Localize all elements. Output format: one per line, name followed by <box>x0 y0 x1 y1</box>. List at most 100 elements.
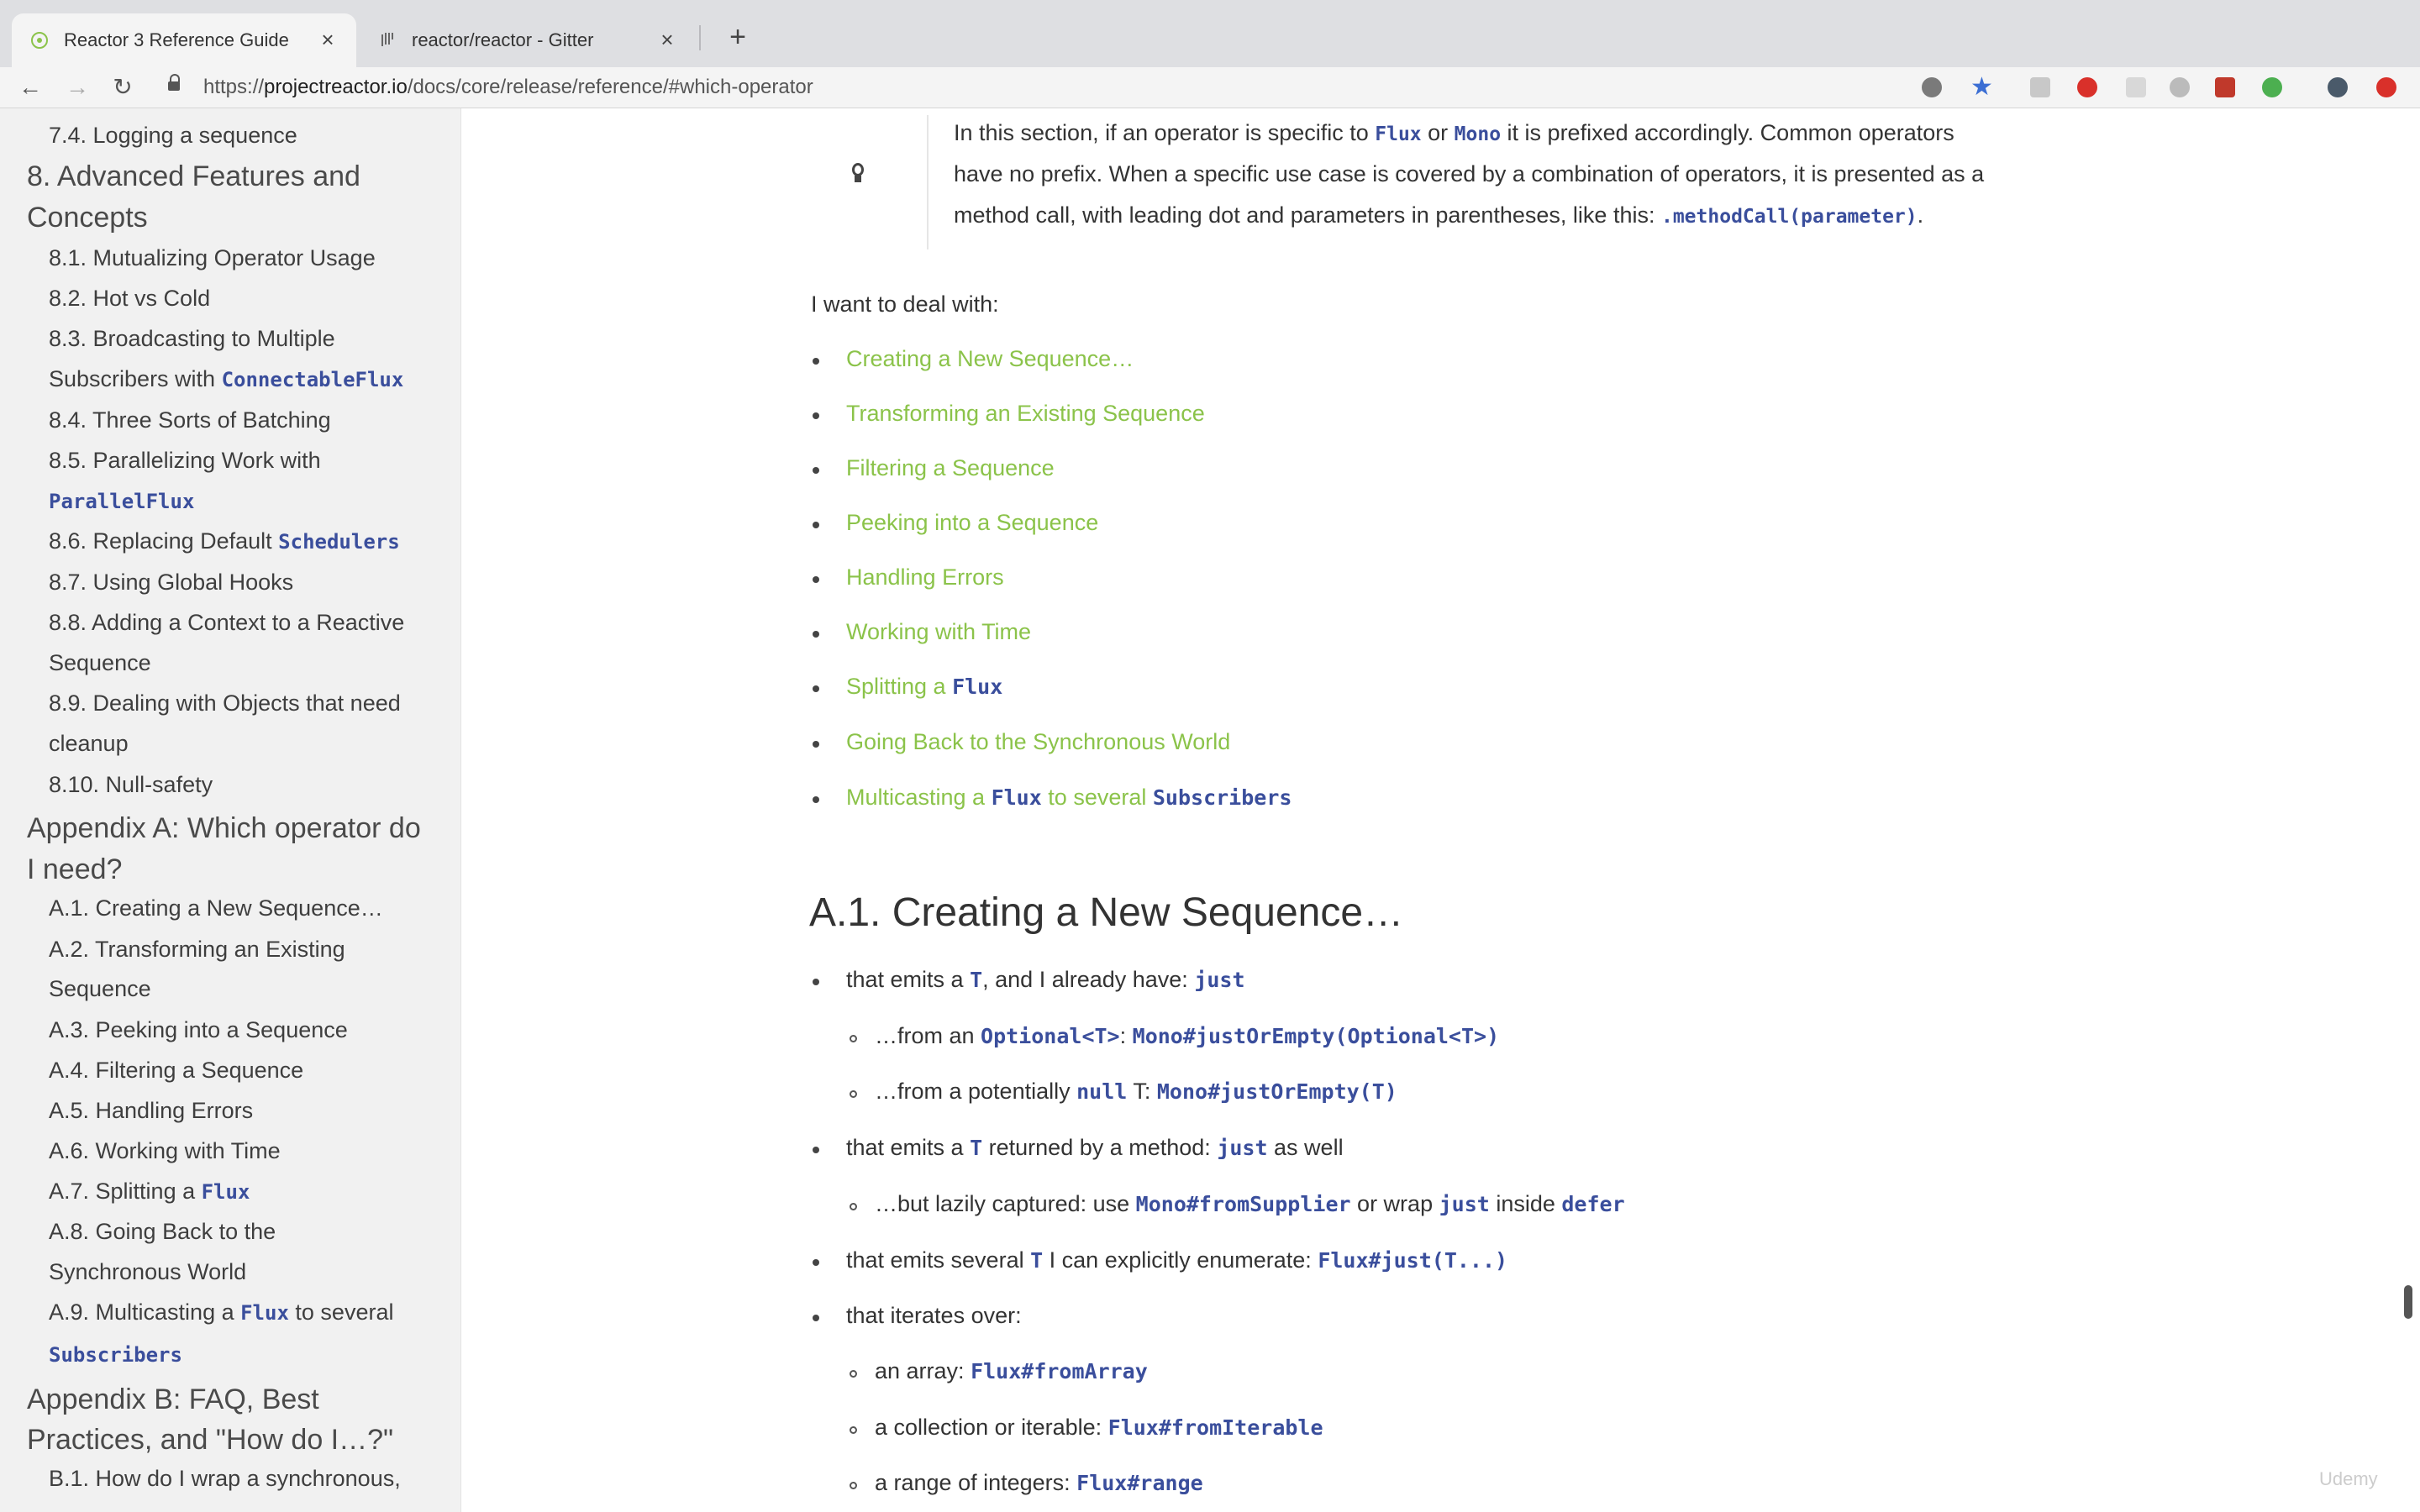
address-bar[interactable]: https://projectreactor.io/docs/core/rele… <box>168 72 2328 102</box>
new-tab-button[interactable]: + <box>721 20 755 54</box>
list-item: that emits a T, and I already have: just <box>846 967 1245 993</box>
list-text: …from an <box>875 1023 981 1048</box>
extension-icon[interactable] <box>2126 77 2146 97</box>
list-text: that iterates over: <box>846 1303 1022 1328</box>
operator-link[interactable]: Peeking into a Sequence <box>846 510 1098 536</box>
toc-item[interactable]: Sequence <box>49 976 151 1002</box>
operator-link[interactable]: Creating a New Sequence… <box>846 346 1134 372</box>
toc-item[interactable]: Appendix A: Which operator do <box>27 812 421 845</box>
back-arrow-icon[interactable]: ← <box>15 72 45 102</box>
extension-icon[interactable] <box>2170 77 2190 97</box>
inline-code[interactable]: Mono#justOrEmpty(T) <box>1157 1079 1397 1104</box>
toc-item[interactable]: A.6. Working with Time <box>49 1138 281 1164</box>
toc-item[interactable]: 8.7. Using Global Hooks <box>49 570 293 596</box>
main-content: In this section, if an operator is speci… <box>461 108 2420 1512</box>
inline-code[interactable]: null <box>1076 1079 1127 1104</box>
inline-code[interactable]: just <box>1194 968 1244 992</box>
scrollbar-thumb[interactable] <box>2404 1285 2412 1319</box>
toc-item-label: A.1. Creating a New Sequence… <box>49 895 383 921</box>
toc-item[interactable]: 8.1. Mutualizing Operator Usage <box>49 245 376 271</box>
extension-icon[interactable] <box>2030 77 2050 97</box>
operator-link[interactable]: Splitting a Flux <box>846 674 1002 700</box>
toc-item[interactable]: I need? <box>27 853 122 886</box>
opera-icon[interactable] <box>2376 77 2396 97</box>
toc-item[interactable]: 8.6. Replacing Default Schedulers <box>49 528 400 554</box>
toc-item[interactable]: A.2. Transforming an Existing <box>49 937 345 963</box>
toc-item[interactable]: 8.3. Broadcasting to Multiple <box>49 326 335 352</box>
inline-code[interactable]: Flux#fromArray <box>971 1359 1148 1383</box>
toc-item-label: 8.7. Using Global Hooks <box>49 570 294 595</box>
toc-item-label: A.3. Peeking into a Sequence <box>49 1017 348 1042</box>
toc-item[interactable]: Concepts <box>27 202 148 234</box>
bullet-dot <box>813 979 819 985</box>
tab-title: reactor/reactor - Gitter <box>412 29 594 50</box>
toc-item[interactable]: A.3. Peeking into a Sequence <box>49 1017 348 1043</box>
operator-link[interactable]: Handling Errors <box>846 564 1004 591</box>
opera-icon[interactable] <box>2077 77 2097 97</box>
intro-text: I want to deal with: <box>811 291 999 317</box>
close-tab-icon[interactable]: × <box>657 29 677 50</box>
reload-icon[interactable]: ↻ <box>108 72 138 102</box>
inline-code[interactable]: Optional<T> <box>981 1024 1120 1048</box>
toc-item[interactable]: Subscribers <box>49 1341 182 1368</box>
tab-reactor-guide[interactable]: Reactor 3 Reference Guide × <box>12 13 356 67</box>
inline-code[interactable]: T <box>970 1136 982 1160</box>
operator-link[interactable]: Working with Time <box>846 619 1031 645</box>
inline-code[interactable]: just <box>1217 1136 1267 1160</box>
inline-code[interactable]: defer <box>1561 1192 1624 1216</box>
sub-list-item: …but lazily captured: use Mono#fromSuppl… <box>875 1191 1625 1217</box>
toc-item[interactable]: 8.4. Three Sorts of Batching <box>49 407 331 433</box>
toc-item[interactable]: A.7. Splitting a Flux <box>49 1179 250 1205</box>
toc-item[interactable]: A.9. Multicasting a Flux to several <box>49 1299 393 1326</box>
extension-icon[interactable] <box>2262 77 2282 97</box>
extension-icon[interactable] <box>2215 77 2235 97</box>
tab-gitter[interactable]: reactor/reactor - Gitter × <box>360 13 696 67</box>
inline-code[interactable]: Mono#fromSupplier <box>1136 1192 1351 1216</box>
toc-item[interactable]: 8. Advanced Features and <box>27 160 360 193</box>
toc-item-label: Subscribers with <box>49 366 222 391</box>
toc-item[interactable]: Subscribers with ConnectableFlux <box>49 366 403 392</box>
link-text: to several <box>1041 785 1153 810</box>
toc-item[interactable]: 8.9. Dealing with Objects that need <box>49 690 401 717</box>
close-tab-icon[interactable]: × <box>318 29 338 50</box>
toc-item[interactable]: 8.5. Parallelizing Work with <box>49 448 321 474</box>
inline-code[interactable]: Flux#range <box>1076 1471 1203 1495</box>
bullet-dot <box>813 741 819 748</box>
list-text: T: <box>1127 1079 1157 1104</box>
toc-item[interactable]: 8.2. Hot vs Cold <box>49 286 210 312</box>
operator-link[interactable]: Transforming an Existing Sequence <box>846 401 1205 427</box>
tip-line-3: method call, with leading dot and parame… <box>954 202 1924 228</box>
bookmark-star-icon[interactable]: ★ <box>1970 75 1993 100</box>
inline-code[interactable]: Flux#just(T...) <box>1318 1248 1507 1273</box>
toc-item-code: Schedulers <box>278 530 400 554</box>
toc-item[interactable]: cleanup <box>49 731 129 757</box>
toc-item[interactable]: A.5. Handling Errors <box>49 1098 253 1124</box>
operator-link[interactable]: Filtering a Sequence <box>846 455 1055 481</box>
list-text: , and I already have: <box>982 967 1195 992</box>
operator-link[interactable]: Multicasting a Flux to several Subscribe… <box>846 785 1292 811</box>
toc-item-label: cleanup <box>49 731 129 756</box>
toc-item[interactable]: Synchronous World <box>49 1259 246 1285</box>
toc-item[interactable]: ParallelFlux <box>49 488 194 514</box>
toc-item[interactable]: A.8. Going Back to the <box>49 1219 276 1245</box>
operator-link[interactable]: Going Back to the Synchronous World <box>846 729 1230 755</box>
toc-item[interactable]: 7.4. Logging a sequence <box>49 123 297 149</box>
toc-item-label: Concepts <box>27 202 148 234</box>
toc-item-label: 8. Advanced Features and <box>27 160 360 192</box>
toc-item[interactable]: A.1. Creating a New Sequence… <box>49 895 383 921</box>
inline-code[interactable]: just <box>1439 1192 1490 1216</box>
toc-item[interactable]: 8.8. Adding a Context to a Reactive <box>49 610 404 636</box>
inline-code[interactable]: Flux#fromIterable <box>1108 1415 1323 1440</box>
toc-item[interactable]: Practices, and "How do I…?" <box>27 1424 393 1457</box>
inline-code[interactable]: T <box>1030 1248 1043 1273</box>
inline-code[interactable]: T <box>970 968 982 992</box>
toc-item[interactable]: B.1. How do I wrap a synchronous, <box>49 1466 401 1492</box>
forward-arrow-icon[interactable]: → <box>62 72 92 102</box>
toc-item[interactable]: Sequence <box>49 650 151 676</box>
toc-item[interactable]: A.4. Filtering a Sequence <box>49 1058 303 1084</box>
avatar[interactable] <box>2328 77 2348 97</box>
toc-item[interactable]: Appendix B: FAQ, Best <box>27 1383 319 1416</box>
extension-icon[interactable] <box>1922 77 1942 97</box>
toc-item[interactable]: 8.10. Null-safety <box>49 772 213 798</box>
inline-code[interactable]: Mono#justOrEmpty(Optional<T>) <box>1133 1024 1500 1048</box>
